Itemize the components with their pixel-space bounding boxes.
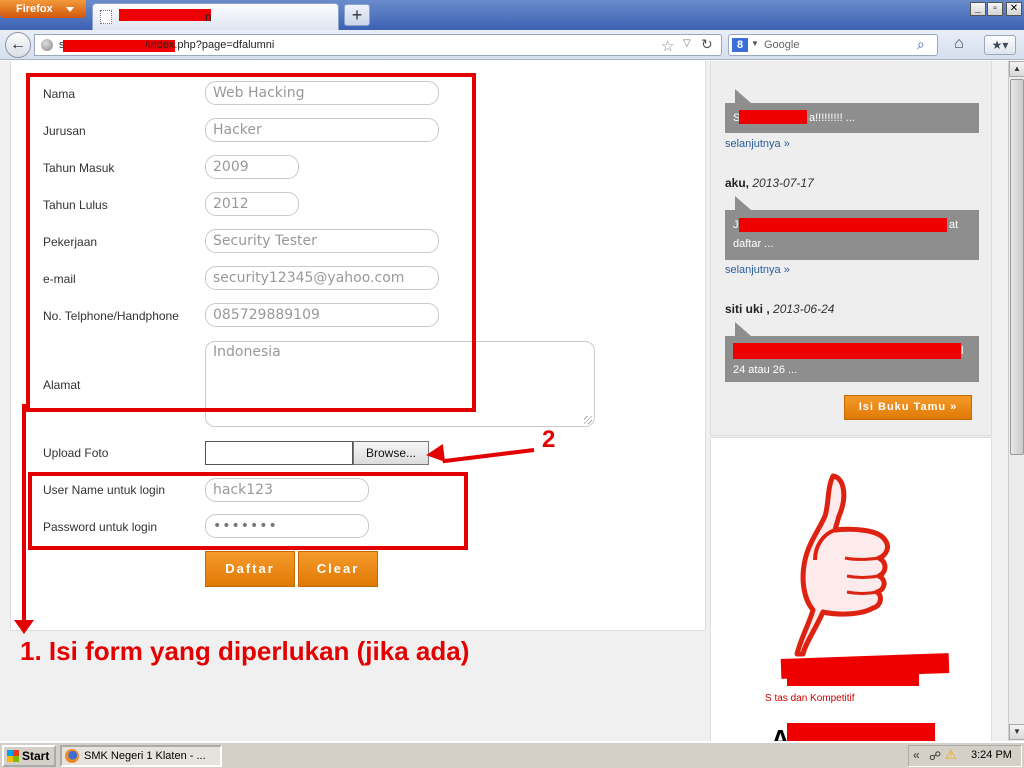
- thumbs-up-icon: [794, 473, 890, 657]
- upload-file-field[interactable]: [205, 441, 353, 465]
- guestbook-message: Sa!!!!!!!!! ...: [725, 89, 979, 133]
- daftar-button[interactable]: Daftar: [205, 551, 295, 587]
- read-more-link[interactable]: selanjutnya »: [725, 264, 790, 276]
- globe-icon: [41, 39, 53, 51]
- clock: 3:24 PM: [971, 749, 1012, 761]
- guestbook-sidebar: Sa!!!!!!!!! ... selanjutnya » aku, 2013-…: [710, 61, 992, 436]
- title-bar: Firefox n + _ ▫ ✕: [0, 0, 1024, 30]
- taskbar-item-firefox[interactable]: SMK Negeri 1 Klaten - ...: [60, 745, 222, 767]
- message-end: at: [949, 219, 959, 231]
- warning-icon[interactable]: ⚠: [945, 747, 957, 763]
- tray-expand-icon[interactable]: «: [913, 748, 920, 762]
- annotation-arrow-left-icon: [424, 443, 446, 465]
- browser-tab[interactable]: n: [92, 3, 339, 30]
- reload-icon[interactable]: ↻: [701, 36, 713, 53]
- entry-author: aku,: [725, 176, 750, 190]
- windows-logo-icon: [7, 750, 19, 762]
- firefox-menu-button[interactable]: Firefox: [0, 0, 86, 18]
- message-start: J: [733, 219, 739, 231]
- url-text: /index.php?page=dfalumni: [145, 39, 275, 51]
- promo-tagline: S tas dan Kompetitif: [765, 693, 855, 704]
- label-upload-foto: Upload Foto: [43, 446, 109, 460]
- entry-date: 2013-07-17: [752, 176, 814, 190]
- url-bar[interactable]: s /index.php?page=dfalumni ☆ ▽ ↻: [34, 34, 722, 56]
- annotation-arrow-line: [22, 404, 26, 624]
- maximize-button[interactable]: ▫: [987, 2, 1003, 16]
- annotation-step-1-text: 1. Isi form yang diperlukan (jika ada): [20, 636, 470, 666]
- search-placeholder: Google: [764, 39, 800, 51]
- taskbar-item-label: SMK Negeri 1 Klaten - ...: [84, 750, 206, 762]
- clear-button[interactable]: Clear: [298, 551, 378, 587]
- start-button[interactable]: Start: [2, 745, 56, 767]
- firefox-menu-label: Firefox: [16, 3, 53, 15]
- redaction-mark: [739, 110, 807, 124]
- caret-down-icon: [66, 7, 74, 12]
- tab-title: n: [205, 10, 212, 24]
- message-end: l: [961, 345, 964, 357]
- entry-author: siti uki ,: [725, 302, 770, 316]
- scroll-up-icon[interactable]: ▲: [1009, 61, 1024, 77]
- annotation-arrow-down-icon: [14, 620, 34, 634]
- redaction-mark: [733, 343, 961, 359]
- redaction-mark: [787, 723, 935, 741]
- google-icon[interactable]: 8: [732, 38, 748, 52]
- engine-dropdown-icon[interactable]: ▼: [751, 39, 759, 48]
- start-label: Start: [22, 749, 50, 763]
- redaction-mark: [119, 9, 211, 21]
- redaction-mark: [739, 218, 947, 232]
- bookmarks-menu-button[interactable]: ★▾: [984, 35, 1016, 55]
- back-button[interactable]: ←: [5, 32, 31, 58]
- promo-banner: S tas dan Kompetitif A: [710, 437, 992, 741]
- message-end: a!!!!!!!!! ...: [809, 112, 855, 124]
- guestbook-message: Jat daftar ...: [725, 196, 979, 260]
- close-button[interactable]: ✕: [1006, 2, 1022, 16]
- resize-grip-icon[interactable]: [584, 416, 592, 424]
- network-icon[interactable]: ☍: [929, 749, 941, 763]
- redaction-mark: [787, 668, 919, 686]
- bookmark-star-icon[interactable]: ☆: [661, 37, 674, 55]
- annotation-box-login: [28, 472, 468, 550]
- vertical-scrollbar[interactable]: ▲ ▼: [1008, 61, 1024, 741]
- message-line2: daftar ...: [733, 238, 774, 250]
- home-icon[interactable]: ⌂: [948, 35, 970, 55]
- magnifier-icon[interactable]: ⌕: [917, 36, 925, 53]
- isi-buku-tamu-button[interactable]: Isi Buku Tamu »: [844, 395, 972, 420]
- scroll-down-icon[interactable]: ▼: [1009, 724, 1024, 740]
- scrollbar-thumb[interactable]: [1010, 79, 1024, 455]
- annotation-box-form: [26, 73, 476, 412]
- entry-date: 2013-06-24: [773, 302, 835, 316]
- system-tray: « ☍ ⚠ 3:24 PM: [908, 745, 1022, 767]
- back-arrow-icon: ←: [10, 36, 26, 53]
- history-dropdown-icon[interactable]: ▽: [683, 38, 691, 49]
- guestbook-message: l 24 atau 26 ...: [725, 322, 979, 382]
- page-icon: [100, 10, 112, 24]
- annotation-step-2: 2: [542, 426, 556, 453]
- read-more-link[interactable]: selanjutnya »: [725, 138, 790, 150]
- message-line2: 24 atau 26 ...: [733, 364, 798, 376]
- minimize-button[interactable]: _: [970, 2, 986, 16]
- new-tab-button[interactable]: +: [344, 4, 370, 26]
- guestbook-entry-head: aku, 2013-07-17: [725, 176, 814, 190]
- navigation-toolbar: ← s /index.php?page=dfalumni ☆ ▽ ↻ 8 ▼ G…: [0, 30, 1024, 60]
- windows-taskbar: Start SMK Negeri 1 Klaten - ... « ☍ ⚠ 3:…: [0, 741, 1024, 768]
- browse-button[interactable]: Browse...: [353, 441, 429, 465]
- firefox-icon: [65, 749, 79, 763]
- guestbook-entry-head: siti uki , 2013-06-24: [725, 302, 834, 316]
- search-bar[interactable]: 8 ▼ Google ⌕: [728, 34, 938, 56]
